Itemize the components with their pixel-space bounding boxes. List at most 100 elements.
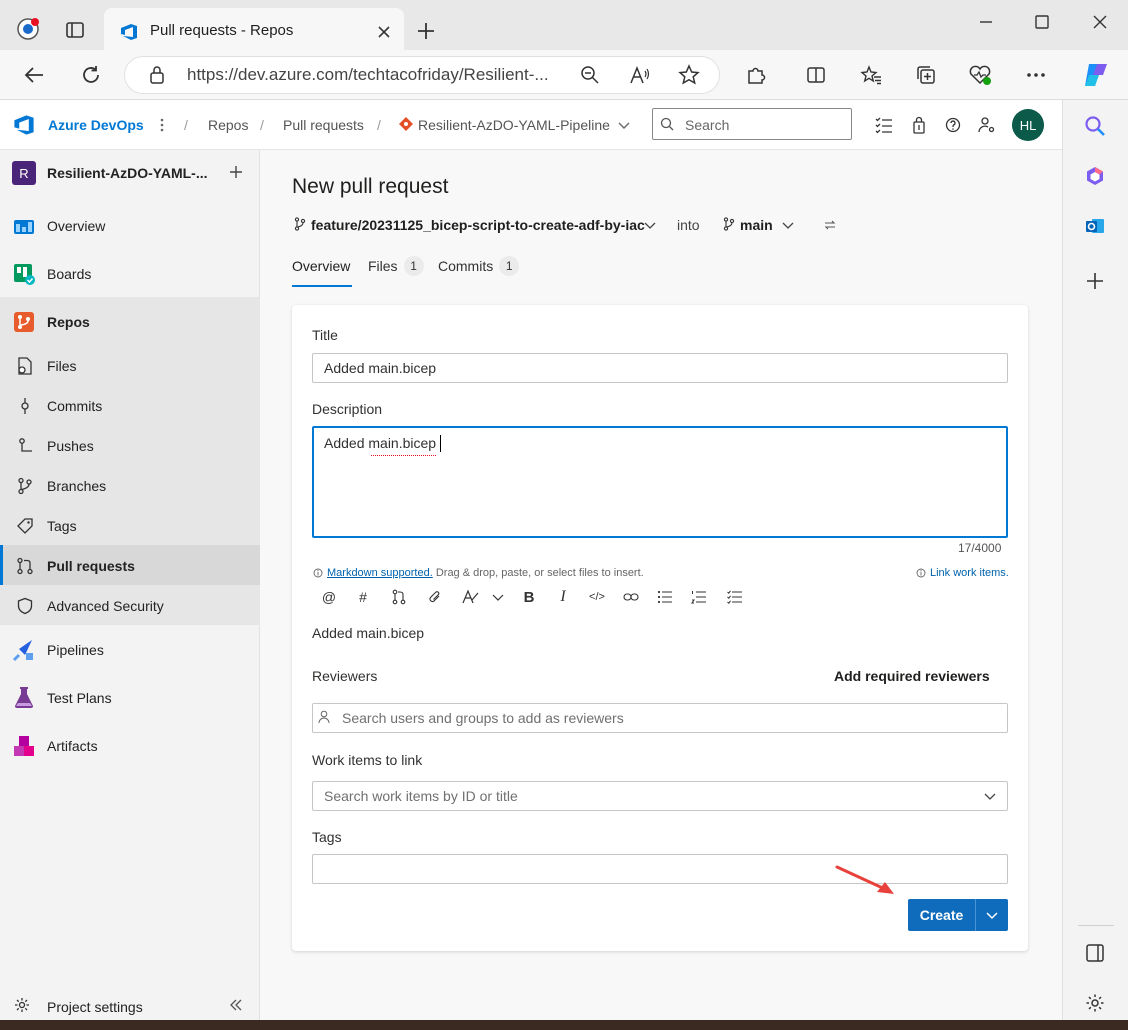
favorite-star-icon[interactable] [677,63,701,87]
sidebar-item-advanced-security[interactable]: Advanced Security [0,586,260,626]
collapse-sidebar-icon[interactable] [226,995,246,1015]
tags-input[interactable] [312,854,1008,884]
ado-search-box[interactable] [652,108,852,140]
split-screen-icon[interactable] [804,63,828,87]
more-vertical-icon[interactable] [150,113,174,137]
back-icon[interactable] [22,63,46,87]
extensions-icon[interactable] [744,63,768,87]
close-window-icon[interactable] [1088,10,1112,34]
code-icon[interactable]: </> [588,588,606,606]
lock-icon[interactable] [145,63,169,87]
breadcrumb-repos[interactable]: Repos [208,117,248,133]
search-sidebar-icon[interactable] [1083,114,1107,138]
pull-request-link-icon[interactable] [390,588,408,606]
bulleted-list-icon[interactable] [656,588,674,606]
brand-name[interactable]: Azure DevOps [48,117,144,133]
tab-actions-icon[interactable] [63,18,87,42]
create-options-dropdown[interactable] [976,899,1008,931]
avatar[interactable]: HL [1012,109,1044,141]
copilot-icon[interactable] [1080,60,1112,90]
hashtag-icon[interactable]: # [354,588,372,606]
gear-icon[interactable] [12,995,32,1015]
more-options-icon[interactable] [1024,63,1048,87]
outlook-icon[interactable] [1083,214,1107,238]
target-branch-selector[interactable]: main [740,217,773,233]
collections-icon[interactable] [914,63,938,87]
bold-icon[interactable]: B [520,588,538,606]
zoom-icon[interactable] [578,63,602,87]
reviewers-label: Reviewers [312,668,378,684]
add-icon[interactable] [224,160,248,184]
mention-icon[interactable]: @ [320,588,338,606]
sidebar-item-overview[interactable]: Overview [0,206,260,246]
chevron-down-icon[interactable] [642,217,658,233]
attach-icon[interactable] [426,588,444,606]
tab-label: Files [368,258,398,274]
new-tab-icon[interactable] [414,19,438,43]
breadcrumb-repo-name[interactable]: Resilient-AzDO-YAML-Pipeline [418,117,610,133]
azure-devops-logo-icon[interactable] [12,113,36,137]
checklist-icon[interactable] [726,588,744,606]
marketplace-bag-icon[interactable] [907,113,931,137]
browser-essentials-icon[interactable] [968,63,992,87]
create-button[interactable]: Create [908,899,975,931]
sidebar-item-label: Commits [47,398,103,414]
project-avatar[interactable]: R [12,161,36,185]
source-branch-selector[interactable]: feature/20231125_bicep-script-to-create-… [311,217,645,233]
chevron-down-icon[interactable] [982,788,998,804]
user-settings-icon[interactable] [975,113,999,137]
add-sidebar-app-icon[interactable] [1083,269,1107,293]
help-icon[interactable] [941,113,965,137]
numbered-list-icon[interactable] [690,588,708,606]
refresh-icon[interactable] [79,63,103,87]
sidebar-item-boards[interactable]: Boards [0,254,260,294]
description-text: Added main.bicep [324,435,437,451]
maximize-icon[interactable] [1030,10,1054,34]
link-work-items-link[interactable]: Link work items. [930,567,1009,579]
sidebar-item-test-plans[interactable]: Test Plans [0,678,260,718]
chevron-down-icon[interactable] [780,217,796,233]
sidebar-item-pull-requests[interactable]: Pull requests [0,546,260,586]
work-items-icon[interactable] [872,113,896,137]
sidebar-item-tags[interactable]: Tags [0,506,260,546]
work-items-search-input[interactable]: Search work items by ID or title [312,781,1008,811]
sidebar-item-commits[interactable]: Commits [0,386,260,426]
tab-files[interactable]: Files 1 [368,256,424,276]
link-icon[interactable] [622,588,640,606]
project-name[interactable]: Resilient-AzDO-YAML-... [47,165,208,181]
favorites-icon[interactable] [859,63,883,87]
push-icon [16,437,34,455]
reviewers-search-input[interactable]: Search users and groups to add as review… [312,703,1008,733]
tab-commits[interactable]: Commits 1 [438,256,520,276]
sidebar-item-pushes[interactable]: Pushes [0,426,260,466]
swap-branches-icon[interactable] [822,217,838,233]
test-plans-icon [12,686,36,710]
hide-sidebar-icon[interactable] [1083,941,1107,965]
read-aloud-icon[interactable] [628,63,652,87]
sidebar-item-repos[interactable]: Repos [0,302,260,342]
sidebar-item-files[interactable]: Files [0,346,260,386]
heading-icon[interactable] [462,588,480,606]
close-tab-icon[interactable] [372,20,396,44]
sidebar-settings-icon[interactable] [1083,991,1107,1015]
microsoft-365-icon[interactable] [1083,164,1107,188]
minimize-icon[interactable] [974,10,998,34]
sidebar-item-artifacts[interactable]: Artifacts [0,726,260,766]
url-text[interactable]: https://dev.azure.com/techtacofriday/Res… [187,65,549,85]
breadcrumb-pull-requests[interactable]: Pull requests [283,117,364,133]
project-settings-link[interactable]: Project settings [47,999,143,1015]
profile-icon[interactable] [16,17,40,41]
chevron-down-icon[interactable] [489,588,507,606]
tab-overview[interactable]: Overview [292,258,350,274]
commit-icon [16,397,34,415]
add-required-reviewers-button[interactable]: Add required reviewers [834,668,990,684]
browser-tab-title: Pull requests - Repos [150,22,294,39]
sidebar-item-pipelines[interactable]: Pipelines [0,630,260,670]
markdown-supported-link[interactable]: Markdown supported. [327,567,433,579]
markdown-hint-text: Drag & drop, paste, or select files to i… [432,567,644,579]
title-input[interactable]: Added main.bicep [312,353,1008,383]
chevron-down-icon[interactable] [612,113,636,137]
sidebar-item-branches[interactable]: Branches [0,466,260,506]
italic-icon[interactable]: I [554,588,572,606]
description-textarea[interactable]: Added main.bicep [312,426,1008,538]
